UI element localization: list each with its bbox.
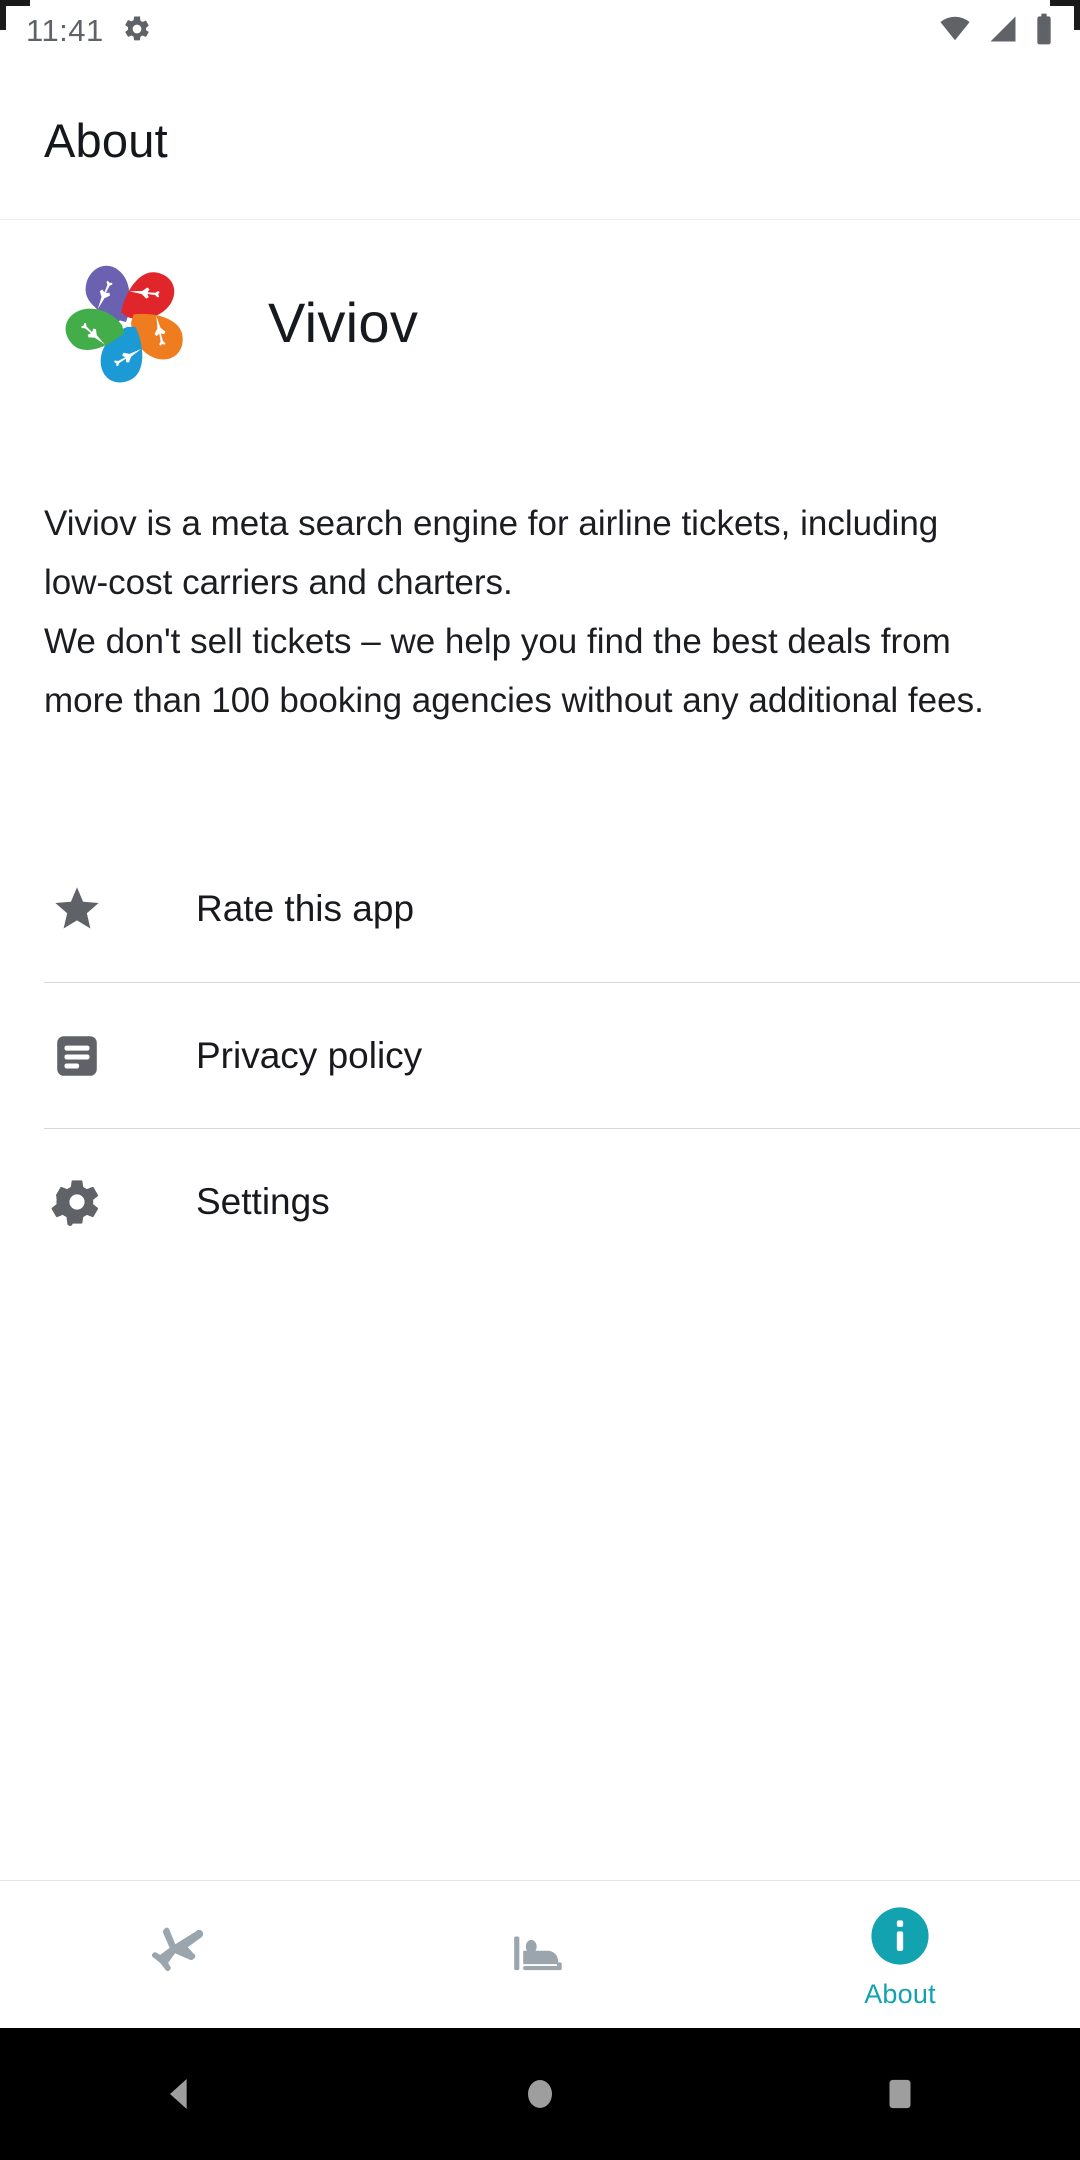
about-description: Viviov is a meta search engine for airli… [44,504,984,720]
system-navigation-bar [0,2028,1080,2160]
home-button[interactable] [440,2028,640,2160]
status-bar-clock: 11:41 [26,13,104,48]
gear-icon [122,14,152,49]
recents-button[interactable] [800,2028,1000,2160]
menu-item-rate-this-app[interactable]: Rate this app [0,836,1080,982]
back-button[interactable] [80,2028,280,2160]
menu-item-label: Rate this app [196,888,415,929]
info-icon [867,1899,933,1973]
app-bar: About [0,62,1080,220]
bottom-tab-bar: About [0,1880,1080,2028]
star-icon [44,883,110,935]
article-icon [44,1031,110,1081]
status-bar-right [938,13,1054,50]
status-bar-left: 11:41 [26,13,152,49]
airplane-icon [149,1915,211,1989]
screen-corner-marker-top-right [1050,0,1080,30]
screen-corner-marker-top-left [0,0,30,30]
tab-label: About [864,1979,936,2009]
menu-item-privacy-policy[interactable]: Privacy policy [44,982,1080,1128]
cellular-signal-icon [986,14,1020,49]
brand-name: Viviov [268,290,419,354]
gear-icon [44,1176,110,1228]
app-screen: 11:41 About Viviov Viviov is a meta sear… [0,0,1080,2160]
viviov-logo [62,258,190,386]
tab-about[interactable]: About [720,1881,1080,2028]
hotel-bed-icon [509,1915,571,1989]
menu-item-label: Settings [196,1180,330,1222]
status-bar: 11:41 [0,0,1080,62]
brand-header: Viviov [0,252,1080,392]
menu-item-settings[interactable]: Settings [44,1128,1080,1274]
about-menu-list: Rate this app Privacy policy Settings [0,836,1080,1274]
menu-item-label: Privacy policy [196,1034,423,1076]
tab-hotels[interactable] [360,1881,720,2028]
wifi-icon [938,14,972,49]
page-title: About [44,114,168,167]
tab-flights[interactable] [0,1881,360,2028]
